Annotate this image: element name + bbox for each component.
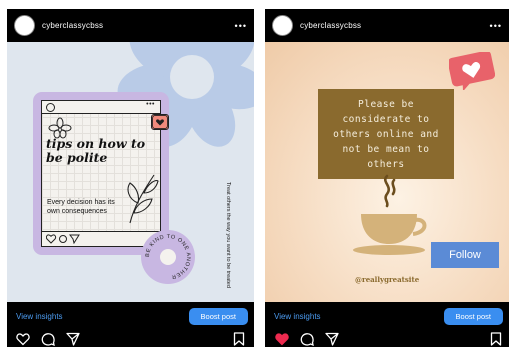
username[interactable]: cyberclassycbss (300, 21, 490, 30)
post-card-2: cyberclassycbss ••• Please be considerat… (265, 9, 509, 347)
card-title: tips on how to be polite (46, 136, 146, 165)
comment-icon[interactable] (41, 332, 55, 346)
share-icon[interactable] (66, 332, 80, 346)
site-handle: @reallygreatsite (355, 275, 420, 284)
follow-button[interactable]: Follow (431, 242, 499, 268)
heart-icon-liked[interactable] (275, 332, 289, 346)
bookmark-icon[interactable] (232, 332, 246, 346)
post-header: cyberclassycbss ••• (265, 9, 509, 42)
circle-stamp: BE KIND TO ONE ANOTHER (141, 230, 195, 284)
side-text: Treat others the way you want to be trea… (207, 182, 243, 292)
view-insights-link[interactable]: View insights (274, 312, 321, 321)
more-options-icon[interactable]: ••• (235, 21, 247, 31)
avatar[interactable] (272, 15, 293, 36)
card-topbar: ••• (42, 101, 160, 114)
post-image[interactable]: ••• tips on how to be polite Every decis… (7, 42, 254, 302)
action-bar (265, 330, 509, 347)
insights-bar: View insights Boost post (7, 302, 254, 330)
view-insights-link[interactable]: View insights (16, 312, 63, 321)
username[interactable]: cyberclassycbss (42, 21, 235, 30)
post-header: cyberclassycbss ••• (7, 9, 254, 42)
share-icon[interactable] (325, 332, 339, 346)
bookmark-icon[interactable] (489, 332, 503, 346)
side-text-label: Treat others the way you want to be trea… (225, 182, 231, 288)
boost-post-button[interactable]: Boost post (443, 307, 503, 325)
post-image[interactable]: Please be considerate to others online a… (265, 42, 509, 302)
quote-text: Please be considerate to others online a… (333, 98, 439, 170)
action-bar (7, 330, 254, 347)
insights-bar: View insights Boost post (265, 302, 509, 330)
user-icon (46, 103, 55, 112)
tips-card-inner: ••• tips on how to be polite Every decis… (41, 100, 161, 247)
coffee-cup-icon (353, 174, 427, 255)
card-action-icons (46, 234, 80, 244)
post-card-1: cyberclassycbss ••• ••• tips on how to b… (7, 9, 254, 347)
circle-text: BE KIND TO ONE ANOTHER (145, 234, 191, 280)
heart-badge-icon (151, 114, 169, 130)
quote-box: Please be considerate to others online a… (318, 89, 454, 179)
boost-post-button[interactable]: Boost post (188, 307, 248, 325)
avatar[interactable] (14, 15, 35, 36)
more-options-icon[interactable]: ••• (490, 21, 502, 31)
notification-heart-icon (449, 52, 495, 90)
svg-text:BE KIND TO ONE ANOTHER: BE KIND TO ONE ANOTHER (145, 234, 191, 280)
comment-icon[interactable] (300, 332, 314, 346)
heart-icon[interactable] (16, 332, 30, 346)
leaf-icon (127, 174, 159, 224)
dots-icon: ••• (146, 101, 155, 108)
card-subtitle: Every decision has its own consequences (47, 199, 115, 215)
circle-text-path: BE KIND TO ONE ANOTHER (145, 234, 191, 280)
